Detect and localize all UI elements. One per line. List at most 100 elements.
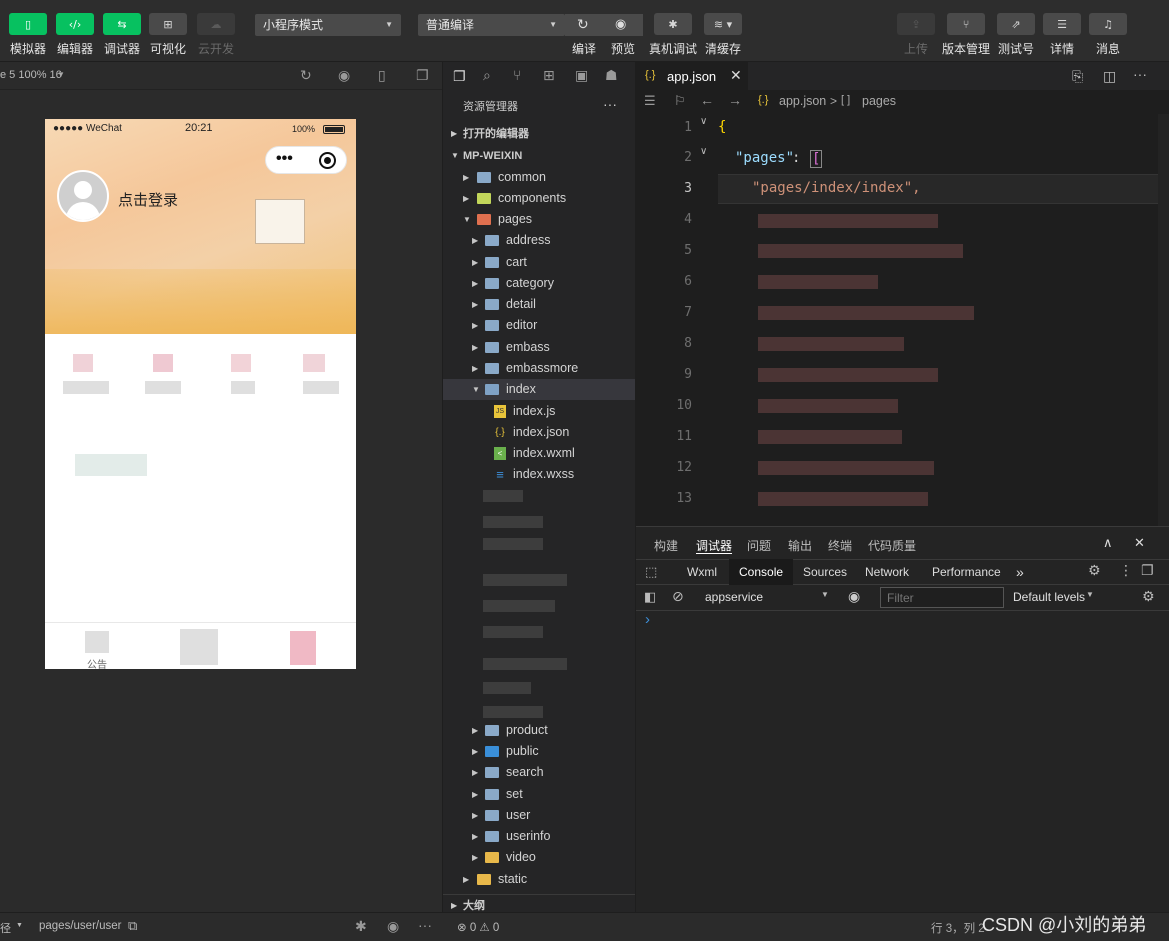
maximize-panel-icon[interactable]: ∧ [1103,535,1113,551]
clear-console-icon[interactable]: ⊘ [672,588,684,605]
tree-folder-category[interactable]: ▶ category [443,273,635,294]
tree-folder-set[interactable]: ▶ set [443,784,635,805]
messages-button[interactable]: ♫ 消息 [1082,0,1132,60]
tree-folder-pages[interactable]: ▼ pages [443,209,635,230]
tab-icon-notice[interactable] [85,631,109,653]
close-icon[interactable]: ✕ [1134,535,1145,551]
open-preview-icon[interactable]: ⎘ [1072,68,1083,85]
kebab-menu-icon[interactable]: ⋮ [1119,562,1133,579]
tree-folder-public[interactable]: ▶ public [443,741,635,762]
details-button[interactable]: ☰ 详情 [1036,0,1086,60]
tab-debugger[interactable]: 调试器 [696,537,732,554]
arrow-right-icon[interactable]: → [728,92,742,108]
tree-folder-detail[interactable]: ▶ detail [443,294,635,315]
context-select[interactable]: appservice ▼ [698,587,834,607]
editor-toggle-button[interactable]: ‹/› 编辑器 [49,0,99,60]
log-levels-select[interactable]: Default levels ▼ [1013,587,1103,607]
menu-icon-1[interactable] [73,354,93,372]
refresh-icon[interactable]: ↻ [300,67,312,84]
cloud-dev-button[interactable]: ☁ 云开发 [190,0,240,60]
extensions-icon[interactable]: ⊞ [543,67,555,84]
tab-app-json[interactable]: {.} app.json ✕ [636,62,748,90]
tab-icon-user[interactable] [290,631,316,665]
copy-icon[interactable]: ⧉ [128,918,137,934]
phone-rotate-icon[interactable]: ▯ [378,67,386,84]
breadcrumb-node[interactable]: pages [862,94,896,108]
preview-label[interactable]: 预览 [598,40,648,57]
more-dots-icon[interactable]: ••• [276,150,293,168]
menu-icon-4[interactable] [303,354,325,372]
tree-folder-search[interactable]: ▶ search [443,762,635,783]
eye-icon[interactable]: ◉ [615,16,626,32]
git-branch-icon[interactable]: ⑂ [513,67,521,83]
tab-network[interactable]: Network [855,559,919,585]
tree-folder-editor[interactable]: ▶ editor [443,315,635,336]
tab-code-quality[interactable]: 代码质量 [868,537,916,554]
console-prompt[interactable]: › [645,611,650,628]
list-item-label[interactable] [75,454,147,476]
code-editor[interactable]: 1 2 3 4 5 6 7 8 9 10 11 12 13 ∨ ∨ { "pag… [636,114,1169,526]
clear-cache-button[interactable]: ≋ ▾ 清缓存 [697,0,747,60]
tree-folder-userinfo[interactable]: ▶ userinfo [443,826,635,847]
device-select[interactable]: e 5 100% 16 [0,69,62,81]
problems-count[interactable]: ⊗ 0 ⚠ 0 [457,920,499,934]
open-editors-section[interactable]: ▶ 打开的编辑器 [443,123,635,145]
tab-build[interactable]: 构建 [654,537,678,554]
close-icon[interactable]: ✕ [730,67,742,84]
gear-icon[interactable]: ⚙ [1142,588,1155,605]
tree-folder-cart[interactable]: ▶ cart [443,252,635,273]
page-path[interactable]: pages/user/user [39,920,121,932]
more-tabs-icon[interactable]: » [1016,559,1024,585]
sidebar-toggle-icon[interactable]: ◧ [644,589,656,605]
visual-toggle-button[interactable]: ⊞ 可视化 [142,0,192,60]
tree-folder-user[interactable]: ▶ user [443,805,635,826]
tree-folder-index[interactable]: ▼ index [443,379,635,400]
tree-folder-video[interactable]: ▶ video [443,847,635,868]
tab-problems[interactable]: 问题 [747,537,771,554]
fold-chevron-icon[interactable]: ∨ [700,146,707,157]
editor-scrollbar[interactable] [1158,114,1169,526]
dock-icon[interactable]: ❐ [1141,562,1154,579]
more-icon[interactable]: ··· [603,93,617,115]
filter-input[interactable] [880,587,1004,608]
tree-folder-static[interactable]: ▶ static [443,869,635,890]
capsule-menu[interactable]: ••• [265,146,347,174]
tree-file-index-json[interactable]: {.} index.json [443,422,635,443]
bookmark-icon[interactable]: ⚐ [674,93,686,109]
version-manage-button[interactable]: ⑂ 版本管理 [940,0,990,60]
tab-wxml[interactable]: Wxml [677,559,727,585]
inspect-element-icon[interactable]: ⬚ [645,564,657,580]
stop-icon[interactable]: ◉ [338,67,350,84]
tree-folder-address[interactable]: ▶ address [443,230,635,251]
project-section[interactable]: ▼ MP-WEIXIN [443,145,635,167]
tab-performance[interactable]: Performance [922,559,1011,585]
split-editor-icon[interactable]: ◫ [1103,68,1116,85]
chevron-down-icon[interactable]: ▼ [16,922,23,929]
breadcrumb-file[interactable]: app.json [779,94,826,108]
tree-file-index-js[interactable]: JS index.js [443,401,635,422]
tab-terminal[interactable]: 终端 [828,537,852,554]
bug-icon[interactable]: ✱ [355,918,367,935]
compile-select[interactable]: 普通编译 ▼ [418,14,565,36]
tree-folder-product[interactable]: ▶ product [443,720,635,741]
gear-icon[interactable]: ⚙ [1088,562,1101,579]
refresh-icon[interactable]: ↻ [577,16,589,33]
menu-icon-2[interactable] [153,354,173,372]
eye-icon[interactable]: ◉ [387,918,399,935]
tab-label-notice[interactable]: 公告 [87,656,107,669]
menu-icon-3[interactable] [231,354,251,372]
remote-debug-button[interactable]: ✱ 真机调试 [647,0,697,60]
chevron-down-icon[interactable]: ▼ [57,70,65,79]
tab-sources[interactable]: Sources [793,559,857,585]
tree-folder-embass[interactable]: ▶ embass [443,337,635,358]
cursor-position[interactable]: 行 3，列 2 [931,920,985,936]
more-icon[interactable]: ··· [1133,66,1147,82]
tab-icon-center[interactable] [180,629,218,665]
tree-folder-components[interactable]: ▶ components [443,188,635,209]
fold-chevron-icon[interactable]: ∨ [700,116,707,127]
tree-folder-embassmore[interactable]: ▶ embassmore [443,358,635,379]
search-icon[interactable]: ⌕ [483,67,491,84]
simulator-toggle-button[interactable]: ▯ 模拟器 [2,0,52,60]
detach-window-icon[interactable]: ❐ [416,67,429,84]
login-link[interactable]: 点击登录 [118,189,178,210]
